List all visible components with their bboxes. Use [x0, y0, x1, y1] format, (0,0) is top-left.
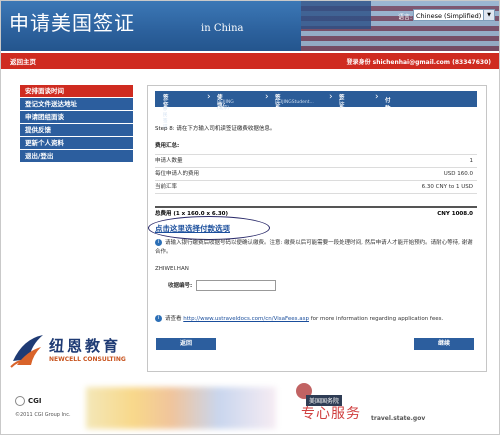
step-value: BEIJINGStudent...: [275, 100, 314, 105]
chevron-right-icon: ›: [207, 92, 211, 102]
dos-url[interactable]: travel.state.gov: [371, 415, 425, 422]
table-row: 当前汇率 6.30 CNY to 1 USD: [155, 181, 477, 194]
sidebar-item-group-interview[interactable]: 申请团组面谈: [20, 111, 133, 123]
step-value: BEIJING (北京): [217, 100, 234, 111]
language-select[interactable]: Chinese (Simplified) ▼: [413, 9, 495, 21]
fee-table: 申请人数量 1 每位申请人的费用 USD 160.0 当前汇率 6.30 CNY…: [155, 154, 477, 194]
main-panel: 签证类型 非移民签证 › 使馆/领事馆 BEIJING (北京) › 签证申请归…: [147, 85, 487, 372]
continue-button[interactable]: 继续: [414, 338, 474, 350]
row-value: 6.30 CNY to 1 USD: [421, 184, 473, 190]
site-title: 申请美国签证: [9, 11, 135, 35]
header: 申请美国签证 in China 语言: Chinese (Simplified)…: [1, 1, 499, 51]
row-label: 申请人数量: [155, 158, 183, 164]
sidebar-item-update-profile[interactable]: 更新个人资料: [20, 137, 133, 149]
progress-steps: 签证类型 非移民签证 › 使馆/领事馆 BEIJING (北京) › 签证申请归…: [155, 91, 477, 141]
logo-name-cn: 纽恩教育: [49, 337, 122, 355]
applicant-name: ZHIWEI.HAN: [155, 266, 189, 272]
chevron-down-icon: ▼: [483, 10, 494, 20]
cgi-brand: CGI: [15, 396, 42, 406]
table-row: 申请人数量 1: [155, 154, 477, 168]
step-title: 付款: [385, 98, 391, 112]
info-icon: i: [155, 239, 162, 246]
step-instruction: Step 8: 请在下方输入司机读签证缴费收据信息。: [155, 126, 276, 132]
login-identity: 登录身份 shichenhai@gmail.com (83347630): [346, 59, 491, 66]
row-value: 1: [469, 158, 474, 164]
step-value: F-1: [339, 100, 344, 110]
page-frame: 申请美国签证 in China 语言: Chinese (Simplified)…: [0, 0, 500, 435]
row-label: 当前汇率: [155, 184, 178, 190]
receipt-number-label: 收据编号:: [168, 283, 193, 289]
fee-summary-title: 费用汇总:: [155, 143, 180, 149]
back-button[interactable]: 返回: [156, 338, 216, 350]
home-link[interactable]: 返回主页: [10, 56, 36, 66]
receipt-instructions: i 请输入银行缴费后收据号码以便确认缴费。注意: 缴费以后可能需要一段处理时间, …: [155, 239, 475, 257]
language-label: 语言:: [398, 14, 413, 21]
top-nav-bar: 返回主页 登录身份 shichenhai@gmail.com (83347630…: [1, 53, 499, 69]
payment-options-link[interactable]: 点击这里选择付款选项: [155, 223, 230, 234]
fee-info-line: i 请查看 http://www.ustraveldocs.com/cn/Visa…: [155, 314, 443, 322]
fee-info-prefix: 请查看: [165, 316, 182, 322]
copyright: ©2011 CGI Group Inc.: [15, 412, 71, 418]
brush-calligraphy: 专心服务: [301, 406, 361, 422]
sidebar: 安排面谈时间 登记文件送达地址 申请团组面谈 提供反馈 更新个人资料 退出/登出: [20, 85, 133, 163]
row-label: 每位申请人的费用: [155, 171, 200, 177]
total-value: CNY 1008.0: [437, 211, 473, 217]
logo-emblem-icon: [10, 335, 43, 368]
logo-name-en: NEWCELL CONSULTING: [49, 356, 126, 363]
table-row: 每位申请人的费用 USD 160.0: [155, 168, 477, 181]
sidebar-item-logout[interactable]: 退出/登出: [20, 150, 133, 162]
fee-info-suffix: for more information regarding applicati…: [310, 316, 444, 322]
sidebar-item-feedback[interactable]: 提供反馈: [20, 124, 133, 136]
site-subtitle: in China: [201, 23, 244, 34]
receipt-instructions-text: 请输入银行缴费后收据号码以便确认缴费。注意: 缴费以后可能需要一段处理时间, 然…: [155, 240, 473, 255]
language-value: Chinese (Simplified): [416, 12, 482, 20]
cgi-logo-icon: [15, 396, 25, 406]
footer: CGI ©2011 CGI Group Inc. 美国国务院 travel.st…: [1, 379, 499, 434]
sidebar-item-delivery-address[interactable]: 登记文件送达地址: [20, 98, 133, 110]
receipt-number-input[interactable]: [196, 280, 276, 291]
visa-fees-link[interactable]: http://www.ustraveldocs.com/cn/VisaFees.…: [183, 316, 309, 322]
cgi-label: CGI: [28, 397, 42, 405]
sidebar-item-schedule[interactable]: 安排面谈时间: [20, 85, 133, 97]
chevron-right-icon: ›: [375, 92, 379, 102]
row-value: USD 160.0: [443, 171, 473, 177]
chevron-right-icon: ›: [265, 92, 269, 102]
chevron-right-icon: ›: [329, 92, 333, 102]
flag-canton: [301, 1, 371, 29]
blurred-banner: [86, 387, 276, 429]
newcell-logo: 纽恩教育 NEWCELL CONSULTING: [9, 331, 149, 371]
info-icon: i: [155, 315, 162, 322]
